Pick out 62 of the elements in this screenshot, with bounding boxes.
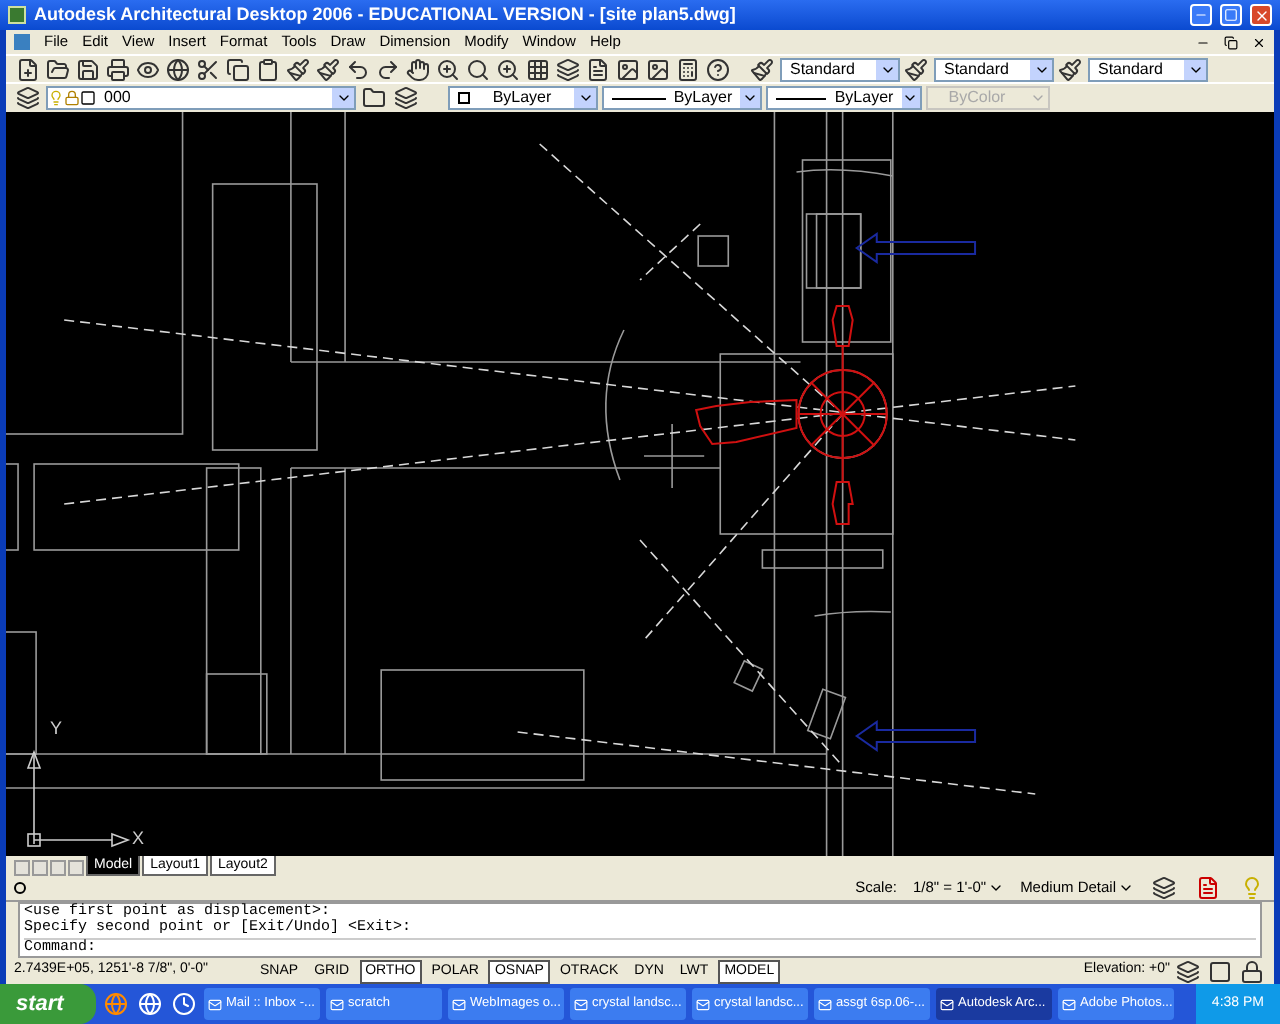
new-file-icon[interactable]	[14, 55, 42, 83]
redo-icon[interactable]	[374, 55, 402, 83]
folder-icon[interactable]	[360, 84, 388, 112]
cut-icon[interactable]	[194, 55, 222, 83]
lightbulb-icon	[48, 90, 64, 106]
clock-icon[interactable]	[170, 990, 198, 1018]
zoom-icon[interactable]	[434, 55, 462, 83]
pan-icon[interactable]	[404, 55, 432, 83]
restore-document-icon[interactable]	[1224, 35, 1238, 49]
lock-icon[interactable]	[1238, 957, 1266, 985]
caret-icon	[742, 90, 759, 106]
image-icon[interactable]	[644, 55, 672, 83]
style-icon[interactable]	[902, 55, 930, 83]
minimize-button[interactable]	[1190, 4, 1212, 26]
search-icon[interactable]	[464, 55, 492, 83]
layers-icon[interactable]	[1150, 874, 1178, 902]
save-icon[interactable]	[74, 55, 102, 83]
globe-icon[interactable]	[164, 55, 192, 83]
help-icon[interactable]	[704, 55, 732, 83]
window-title: Autodesk Architectural Desktop 2006 - EDUCATIONAL VERSION - [site plan5.dwg]	[34, 1, 738, 28]
undo-icon[interactable]	[344, 55, 372, 83]
open-folder-icon[interactable]	[44, 55, 72, 83]
grid-icon[interactable]	[524, 55, 552, 83]
target-icon[interactable]	[14, 882, 26, 894]
close-button[interactable]	[1250, 4, 1272, 26]
property-dropdown[interactable]: ByLayer	[766, 86, 922, 110]
match-properties-icon[interactable]	[314, 55, 342, 83]
dropdown[interactable]: Standard	[1088, 57, 1208, 81]
app-icon	[8, 6, 26, 24]
start-button[interactable]: start	[0, 984, 96, 1024]
caret-icon	[1118, 880, 1134, 896]
layers-icon[interactable]	[14, 84, 42, 112]
caret-icon	[577, 90, 593, 106]
maximize-icon	[1224, 8, 1238, 22]
style-icon[interactable]	[748, 55, 776, 83]
maximize-button[interactable]	[1220, 4, 1242, 26]
close-document-icon[interactable]	[1252, 35, 1266, 49]
dropdown[interactable]: Standard	[934, 57, 1054, 81]
brush-icon[interactable]	[284, 55, 312, 83]
square-icon	[80, 90, 96, 106]
minimize-icon	[1194, 8, 1208, 22]
property-dropdown[interactable]: ByLayer	[448, 86, 598, 110]
paste-icon[interactable]	[254, 55, 282, 83]
drawing-canvas[interactable]: Y X	[6, 112, 1274, 856]
zoom-window-icon[interactable]	[494, 55, 522, 83]
layer-dropdown[interactable]: 000	[46, 86, 356, 110]
y-axis-label: Y	[50, 720, 63, 738]
lock-icon	[64, 90, 80, 106]
caret-icon	[335, 90, 351, 106]
close-icon	[1253, 7, 1269, 23]
dropdown[interactable]: Standard	[780, 57, 900, 81]
sheet-icon[interactable]	[584, 55, 612, 83]
printer-icon[interactable]	[104, 55, 132, 83]
caret-icon	[988, 880, 1005, 896]
layers-icon[interactable]	[554, 55, 582, 83]
image-icon[interactable]	[614, 55, 642, 83]
x-axis-label: X	[131, 825, 144, 851]
layer-state-icon[interactable]	[392, 84, 420, 112]
copy-icon[interactable]	[224, 55, 252, 83]
style-icon[interactable]	[1056, 55, 1084, 83]
property-dropdown[interactable]: ByLayer	[602, 86, 762, 110]
calculator-icon[interactable]	[674, 55, 702, 83]
